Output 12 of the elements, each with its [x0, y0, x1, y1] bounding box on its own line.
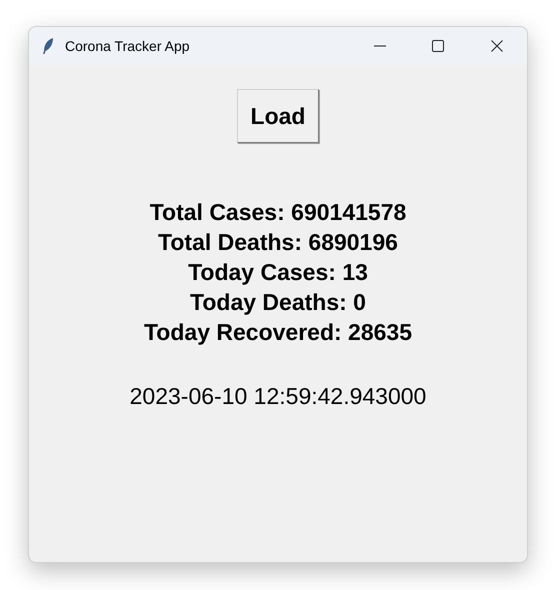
stat-line: Today Deaths: 0 [190, 288, 366, 317]
minimize-icon [374, 45, 386, 47]
maximize-icon [432, 40, 444, 52]
stat-line: Today Cases: 13 [188, 258, 368, 287]
stat-line: Total Deaths: 6890196 [158, 228, 398, 257]
close-icon [491, 40, 503, 52]
feather-icon [41, 37, 55, 55]
load-button[interactable]: Load [237, 89, 319, 143]
window-title: Corona Tracker App [65, 36, 190, 56]
timestamp: 2023-06-10 12:59:42.943000 [130, 382, 426, 411]
stat-line: Today Recovered: 28635 [144, 318, 412, 347]
stat-line: Total Cases: 690141578 [150, 198, 406, 227]
